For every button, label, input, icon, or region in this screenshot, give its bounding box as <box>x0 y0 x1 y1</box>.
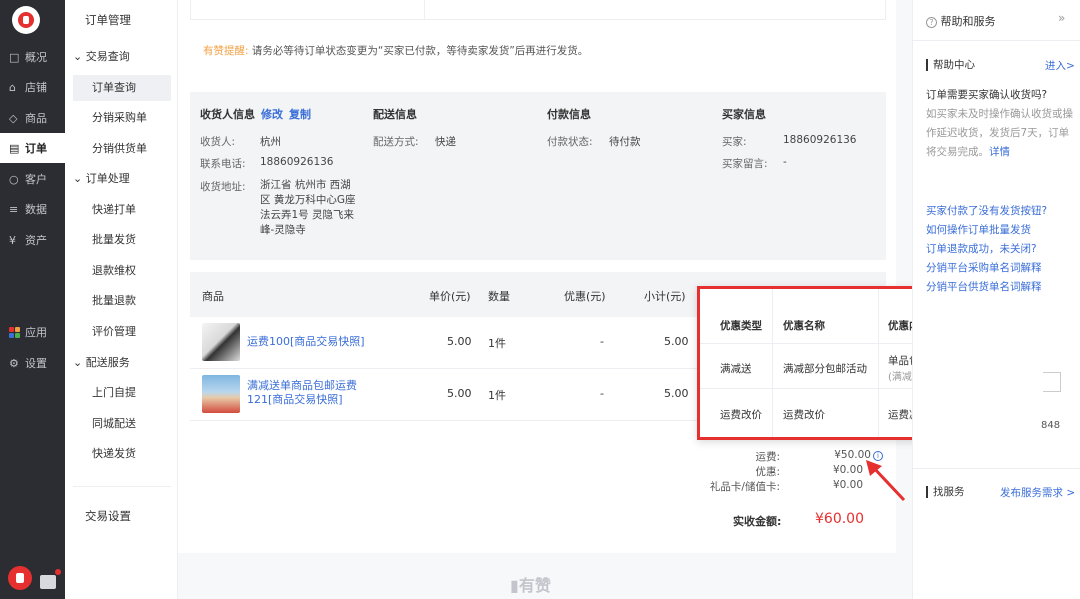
partial-input[interactable] <box>1043 372 1061 392</box>
rail-item-settings[interactable]: ⚙ 设置 <box>0 348 65 378</box>
sub-item-supply[interactable]: 分销供货单 <box>73 136 171 162</box>
message-icon[interactable] <box>40 569 61 589</box>
sub-item-trade-settings[interactable]: 交易设置 <box>73 503 171 529</box>
rail-item-assets[interactable]: ¥ 资产 <box>0 225 65 255</box>
sub-title: 订单管理 <box>85 13 131 27</box>
help-panel: ? 帮助和服务 » 帮助中心 进入> 订单需要买家确认收货吗? 如买家未及时操作确… <box>912 0 1080 599</box>
post-service-link[interactable]: 发布服务需求 > <box>1000 485 1075 500</box>
sub-item-refund[interactable]: 退款维权 <box>73 258 171 284</box>
sub-divider <box>73 486 171 487</box>
sub-item-express-print[interactable]: 快递打单 <box>73 197 171 223</box>
apps-icon <box>9 326 23 338</box>
sub-item-reviews[interactable]: 评价管理 <box>73 319 171 345</box>
help-divider <box>912 468 1080 469</box>
payment-status: 待付款 <box>609 136 641 148</box>
chevron-down-icon: ⌄ <box>73 50 86 63</box>
thumb-up-icon[interactable] <box>8 566 32 590</box>
help-divider <box>912 40 1080 41</box>
rail-item-data[interactable]: ≡ 数据 <box>0 194 65 224</box>
partial-text: 848 <box>1041 420 1061 431</box>
sub-group-delivery[interactable]: ⌄ 配送服务 <box>73 350 171 376</box>
help-faq: 订单需要买家确认收货吗? 如买家未及时操作确认收货或操作延迟收货，发货后7天，订单… <box>926 89 1073 158</box>
rail-item-store[interactable]: ⌂ 店铺 <box>0 72 65 102</box>
primary-sidebar: □ 概况 ⌂ 店铺 ◇ 商品 ▤ 订单 ○ 客户 ≡ 数据 ¥ 资产 应用 ⚙ 设置 <box>0 0 65 599</box>
youzan-footer-logo: ▮有赞 <box>510 576 551 595</box>
secondary-sidebar: 订单管理 ⌄ 交易查询 订单查询 分销采购单 分销供货单 ⌄ 订单处理 快递打单… <box>65 0 178 599</box>
rail-item-overview[interactable]: □ 概况 <box>0 42 65 72</box>
product-thumbnail[interactable] <box>202 375 240 413</box>
chat-icon: □ <box>9 50 20 64</box>
user-icon: ○ <box>9 172 19 186</box>
buyer-phone: 18860926136 <box>783 134 857 146</box>
receiver-phone: 18860926136 <box>260 156 334 168</box>
payment-header: 付款信息 <box>547 108 591 121</box>
order-info-panel: 收货人信息 修改 复制 收货人: 杭州 联系电话: 18860926136 收货地址… <box>190 92 886 260</box>
help-link[interactable]: 分销平台供货单名词解释 <box>926 279 1042 294</box>
help-link[interactable]: 分销平台采购单名词解释 <box>926 260 1042 275</box>
order-status-box <box>190 0 886 20</box>
sub-group-order-process[interactable]: ⌄ 订单处理 <box>73 166 171 192</box>
thumb-up-icon: ▮ <box>510 576 519 595</box>
money-icon: ¥ <box>9 233 16 247</box>
help-link[interactable]: 买家付款了没有发货按钮? <box>926 203 1047 218</box>
sub-item-purchase[interactable]: 分销采购单 <box>73 105 171 131</box>
sub-item-order-query[interactable]: 订单查询 <box>73 75 171 101</box>
rail-item-orders[interactable]: ▤ 订单 <box>0 133 65 163</box>
rail-item-products[interactable]: ◇ 商品 <box>0 103 65 133</box>
help-link[interactable]: 如何操作订单批量发货 <box>926 222 1031 237</box>
sub-item-city-delivery[interactable]: 同城配送 <box>73 411 171 437</box>
help-header: ? 帮助和服务 <box>926 13 996 29</box>
card-amount: ¥0.00 <box>832 479 863 491</box>
help-center-enter-link[interactable]: 进入> <box>1045 58 1075 73</box>
help-link[interactable]: 订单退款成功，未关闭? <box>926 241 1037 256</box>
edit-link[interactable]: 修改 <box>261 108 283 121</box>
collapse-icon[interactable]: » <box>1058 11 1065 25</box>
tag-icon: ◇ <box>9 111 18 125</box>
annotation-arrow-icon <box>866 460 906 502</box>
gear-icon: ⚙ <box>9 356 19 370</box>
notice: 有赞提醒: 请务必等待订单状态变更为“买家已付款，等待卖家发货”后再进行发货。 <box>203 45 589 57</box>
chevron-down-icon: ⌄ <box>73 356 86 369</box>
buyer-header: 买家信息 <box>722 108 766 121</box>
rail-item-customers[interactable]: ○ 客户 <box>0 164 65 194</box>
copy-link[interactable]: 复制 <box>289 108 311 121</box>
shipping-method: 快递 <box>435 136 456 148</box>
receiver-address: 浙江省 杭州市 西湖区 黄龙万科中心G座法云弄1号 灵隐飞来峰-灵隐寺 <box>260 179 356 236</box>
sub-item-batch-refund[interactable]: 批量退款 <box>73 288 171 314</box>
order-icon: ▤ <box>9 141 20 155</box>
total-label: 实收金额: <box>733 515 782 528</box>
receiver-header: 收货人信息 修改 复制 <box>200 108 311 121</box>
shipping-header: 配送信息 <box>373 108 417 121</box>
help-detail-link[interactable]: 详情 <box>989 146 1010 158</box>
help-circle-icon: ? <box>926 17 937 28</box>
chart-icon: ≡ <box>9 202 19 216</box>
rail-item-apps[interactable]: 应用 <box>0 317 65 347</box>
sub-group-trade-query[interactable]: ⌄ 交易查询 <box>73 44 171 70</box>
sub-item-batch-ship[interactable]: 批量发货 <box>73 227 171 253</box>
receiver-name: 杭州 <box>260 136 281 148</box>
chevron-down-icon: ⌄ <box>73 172 86 185</box>
help-center-title: 帮助中心 <box>926 59 975 71</box>
store-icon: ⌂ <box>9 80 16 94</box>
discount-amount: ¥0.00 <box>832 464 863 476</box>
product-link[interactable]: 运费100[商品交易快照] <box>247 335 417 349</box>
buyer-message: - <box>783 156 787 168</box>
sub-item-express-ship[interactable]: 快递发货 <box>73 441 171 467</box>
youzan-logo[interactable] <box>12 6 40 34</box>
product-thumbnail[interactable] <box>202 323 240 361</box>
product-link[interactable]: 满减送单商品包邮运费121[商品交易快照] <box>247 379 392 407</box>
total-amount: ¥60.00 <box>815 511 864 527</box>
find-service-title: 找服务 <box>926 486 965 498</box>
sub-item-pickup[interactable]: 上门自提 <box>73 380 171 406</box>
